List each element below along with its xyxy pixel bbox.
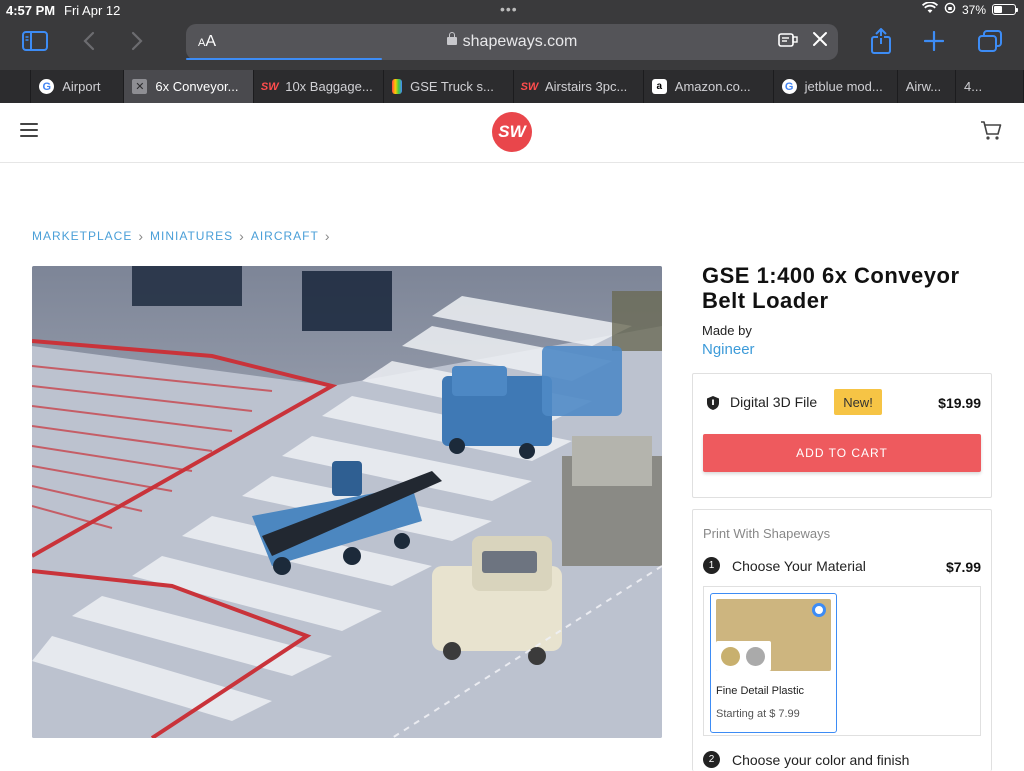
product-photo-illustration bbox=[32, 266, 662, 738]
breadcrumb-link[interactable]: AIRCRAFT bbox=[251, 229, 319, 243]
product-title: GSE 1:400 6x Conveyor Belt Loader bbox=[702, 263, 960, 313]
orientation-lock-icon bbox=[944, 2, 956, 17]
browser-tab[interactable]: GSE Truck s... bbox=[384, 70, 514, 103]
browser-tab[interactable]: Airw... bbox=[898, 70, 957, 103]
breadcrumb-link[interactable]: MARKETPLACE bbox=[32, 229, 132, 243]
browser-tab[interactable]: SW 10x Baggage... bbox=[254, 70, 385, 103]
tab-label: 6x Conveyor... bbox=[155, 79, 239, 94]
address-bar-actions bbox=[778, 31, 828, 54]
browser-tab[interactable]: SW Airstairs 3pc... bbox=[514, 70, 644, 103]
page-load-progress bbox=[186, 58, 382, 60]
material-swatch bbox=[716, 599, 831, 671]
shapeways-favicon-icon: SW bbox=[260, 80, 279, 93]
material-options: Fine Detail Plastic Starting at $ 7.99 bbox=[703, 586, 981, 736]
color-chips bbox=[716, 641, 771, 671]
chevron-right-icon: › bbox=[138, 228, 145, 244]
selected-radio-icon[interactable] bbox=[812, 603, 826, 617]
tab-label: Amazon.co... bbox=[674, 79, 751, 94]
tab-label: Airw... bbox=[905, 79, 942, 94]
browser-tab[interactable]: G Airport bbox=[31, 70, 125, 103]
chevron-right-icon: › bbox=[324, 228, 331, 244]
sidebar-icon[interactable] bbox=[22, 31, 48, 57]
google-favicon-icon: G bbox=[781, 79, 797, 94]
step-choose-material: 1 Choose Your Material bbox=[703, 557, 866, 574]
color-chip bbox=[746, 647, 765, 666]
print-heading: Print With Shapeways bbox=[703, 526, 831, 541]
safari-toolbar: AA shapeways.com bbox=[0, 20, 1024, 70]
color-chip bbox=[721, 647, 740, 666]
product-image[interactable] bbox=[32, 266, 662, 738]
close-tab-icon[interactable]: ✕ bbox=[132, 79, 148, 94]
tab-edge bbox=[0, 70, 32, 103]
new-badge: New! bbox=[834, 389, 882, 415]
step-number: 1 bbox=[703, 557, 720, 574]
browser-tab[interactable]: a Amazon.co... bbox=[644, 70, 774, 103]
material-name: Fine Detail Plastic bbox=[716, 685, 805, 697]
step-choose-color: 2 Choose your color and finish bbox=[703, 751, 909, 768]
reader-extensions-icon[interactable] bbox=[778, 31, 798, 54]
material-option-fine-detail-plastic[interactable]: Fine Detail Plastic Starting at $ 7.99 bbox=[710, 593, 837, 733]
tab-label: 4... bbox=[964, 79, 983, 94]
menu-icon[interactable] bbox=[20, 123, 38, 137]
address-bar[interactable]: AA shapeways.com bbox=[186, 24, 838, 60]
wifi-icon bbox=[921, 1, 939, 17]
site-header: SW bbox=[0, 103, 1024, 163]
shield-icon bbox=[706, 395, 720, 411]
lock-icon bbox=[446, 32, 457, 45]
add-to-cart-button[interactable]: ADD TO CART bbox=[703, 434, 981, 472]
material-starting-price: Starting at $ 7.99 bbox=[716, 708, 800, 720]
back-icon[interactable] bbox=[82, 31, 96, 57]
url-text: shapeways.com bbox=[462, 33, 578, 50]
amazon-favicon-icon: a bbox=[651, 79, 667, 94]
tab-bar: G Airport ✕ 6x Conveyor... SW 10x Baggage... G… bbox=[0, 70, 1024, 103]
multitasking-dots[interactable]: ••• bbox=[500, 1, 518, 17]
browser-tab[interactable]: ✕ 6x Conveyor... bbox=[124, 70, 255, 103]
browser-tab[interactable]: 4... bbox=[956, 70, 1024, 103]
breadcrumb: MARKETPLACE › MINIATURES › AIRCRAFT › bbox=[32, 228, 331, 244]
shapeways-favicon-icon: SW bbox=[520, 80, 539, 93]
web-page: SW MARKETPLACE › MINIATURES › AIRCRAFT › bbox=[0, 103, 1024, 771]
google-favicon-icon: G bbox=[39, 79, 55, 94]
maker-link[interactable]: Ngineer bbox=[702, 341, 755, 358]
step-number: 2 bbox=[703, 751, 720, 768]
cart-icon[interactable] bbox=[980, 121, 1002, 141]
browser-tab[interactable]: Gjetblue mod... bbox=[774, 70, 898, 103]
tab-label: jetblue mod... bbox=[804, 79, 883, 94]
digital-file-label: Digital 3D File bbox=[730, 394, 818, 410]
breadcrumb-link[interactable]: MINIATURES bbox=[150, 229, 233, 243]
step-label: Choose Your Material bbox=[732, 557, 866, 574]
new-tab-icon[interactable] bbox=[923, 30, 945, 57]
status-bar: 4:57 PM Fri Apr 12 ••• 37% bbox=[0, 0, 1024, 20]
material-price: $7.99 bbox=[945, 559, 981, 575]
battery-icon bbox=[992, 4, 1018, 15]
step-label: Choose your color and finish bbox=[732, 751, 910, 768]
browser-chrome: 4:57 PM Fri Apr 12 ••• 37% AA shapeways.… bbox=[0, 0, 1024, 103]
tab-label: Airstairs 3pc... bbox=[544, 79, 628, 94]
made-by-label: Made by bbox=[702, 323, 752, 338]
status-indicators: 37% bbox=[921, 1, 1018, 17]
url-display[interactable]: shapeways.com bbox=[186, 32, 838, 51]
status-time: 4:57 PM bbox=[6, 3, 56, 18]
tab-label: GSE Truck s... bbox=[410, 79, 494, 94]
forward-icon[interactable] bbox=[130, 31, 144, 57]
tab-overview-icon[interactable] bbox=[978, 30, 1002, 58]
status-date: Fri Apr 12 bbox=[64, 3, 121, 18]
digital-file-card: Digital 3D File New! $19.99 ADD TO CART bbox=[692, 373, 992, 498]
site-favicon-icon bbox=[392, 79, 403, 94]
share-icon[interactable] bbox=[870, 27, 892, 60]
tab-label: 10x Baggage... bbox=[285, 79, 373, 94]
stop-loading-icon[interactable] bbox=[812, 31, 828, 54]
print-options-card: Print With Shapeways 1 Choose Your Mater… bbox=[692, 509, 992, 771]
battery-percent: 37% bbox=[961, 2, 986, 17]
digital-file-price: $19.99 bbox=[938, 395, 981, 411]
tab-label: Airport bbox=[62, 79, 101, 94]
shapeways-logo[interactable]: SW bbox=[492, 112, 532, 152]
chevron-right-icon: › bbox=[239, 228, 245, 244]
